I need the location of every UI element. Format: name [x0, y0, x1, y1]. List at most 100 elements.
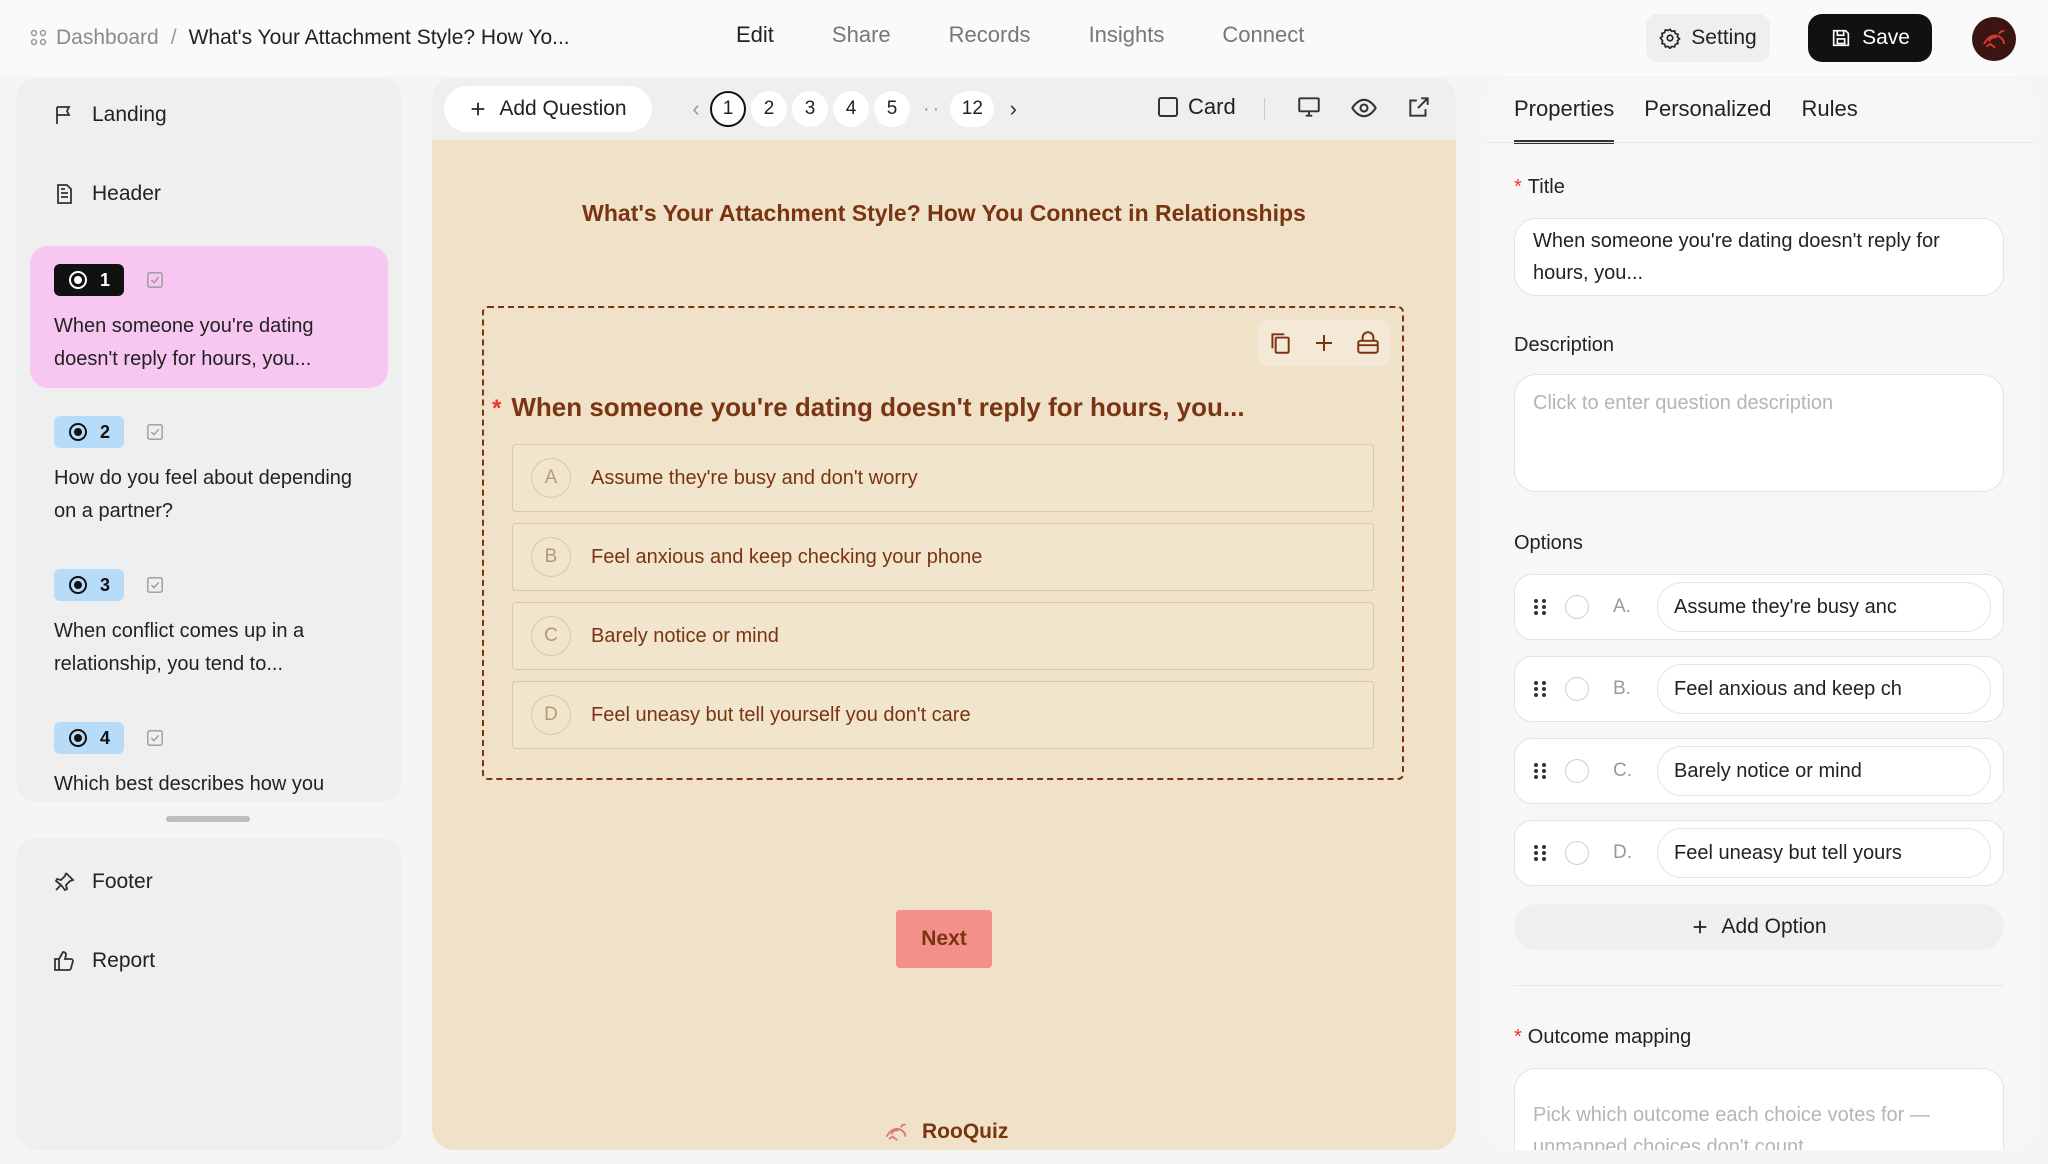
avatar[interactable] — [1972, 17, 2016, 61]
brand-footer: RooQuiz — [882, 1118, 1008, 1146]
quiz-title: What's Your Attachment Style? How You Co… — [582, 200, 1306, 226]
tab-records[interactable]: Records — [949, 22, 1031, 48]
card-checkbox[interactable] — [1158, 97, 1178, 117]
option-input[interactable]: Feel anxious and keep ch — [1657, 664, 1991, 714]
option-radio[interactable] — [1565, 759, 1589, 783]
prev-page-icon[interactable]: ‹ — [682, 96, 710, 122]
checkbox-icon[interactable] — [146, 423, 164, 441]
sidebar-resize-handle[interactable] — [166, 816, 250, 822]
drag-handle-icon[interactable] — [1533, 597, 1547, 617]
page-button[interactable]: 5 — [874, 91, 910, 127]
breadcrumb: Dashboard / What's Your Attachment Style… — [30, 24, 570, 52]
toolbar-divider — [1264, 98, 1265, 120]
question-preview-text: When conflict comes up in a relationship… — [54, 620, 305, 675]
option-letter: C — [531, 616, 571, 656]
copy-icon[interactable] — [1267, 330, 1293, 356]
sidebar-item-header[interactable]: Header — [52, 182, 161, 206]
question-title[interactable]: * When someone you're dating doesn't repl… — [492, 392, 1245, 423]
plus-icon[interactable] — [1312, 331, 1336, 355]
option-row[interactable]: C. Barely notice or mind — [1514, 738, 2004, 804]
option-row[interactable]: D. Feel uneasy but tell yours — [1514, 820, 2004, 886]
drag-handle-icon[interactable] — [1533, 761, 1547, 781]
option-input[interactable]: Assume they're busy anc — [1657, 582, 1991, 632]
option-radio[interactable] — [1565, 677, 1589, 701]
option-radio[interactable] — [1565, 595, 1589, 619]
sidebar-item-footer[interactable]: Footer — [52, 870, 153, 894]
option-letter: B — [531, 537, 571, 577]
eye-icon[interactable] — [1350, 94, 1378, 122]
page-button[interactable]: 3 — [792, 91, 828, 127]
breadcrumb-dashboard-link[interactable]: Dashboard — [56, 26, 159, 50]
drag-handle-icon[interactable] — [1533, 679, 1547, 699]
option-label: C. — [1613, 760, 1632, 781]
properties-panel: Properties Personalized Rules * Title Whe… — [1486, 78, 2034, 1150]
tab-properties[interactable]: Properties — [1514, 96, 1615, 144]
question-card[interactable]: * When someone you're dating doesn't repl… — [482, 306, 1404, 780]
checkbox-icon[interactable] — [146, 729, 164, 747]
question-preview-text: Which best describes how you — [54, 773, 325, 795]
required-marker: * — [1514, 176, 1522, 198]
radio-type-icon — [69, 423, 87, 441]
checkbox-icon[interactable] — [146, 576, 164, 594]
page-button[interactable]: 4 — [833, 91, 869, 127]
tab-insights[interactable]: Insights — [1089, 22, 1165, 48]
sidebar-pages-panel: Landing Header 1 When someone you're dat… — [16, 78, 402, 802]
option-row[interactable]: B. Feel anxious and keep ch — [1514, 656, 2004, 722]
pin-icon — [54, 872, 75, 892]
sidebar-end-panel: Footer Report — [16, 838, 402, 1150]
question-number-badge: 2 — [54, 416, 125, 448]
setting-label: Setting — [1691, 26, 1757, 49]
lock-icon[interactable] — [1355, 330, 1381, 356]
save-label: Save — [1862, 26, 1910, 49]
option-input[interactable]: Feel uneasy but tell yours — [1657, 828, 1991, 878]
outcome-mapping-label: * Outcome mapping — [1514, 1026, 1692, 1048]
page-button[interactable]: 12 — [950, 91, 995, 127]
required-marker: * — [1514, 1026, 1522, 1048]
breadcrumb-separator: / — [170, 26, 177, 49]
description-field[interactable]: Click to enter question description — [1514, 374, 2004, 492]
tab-personalized[interactable]: Personalized — [1644, 96, 1771, 144]
add-question-button[interactable]: Add Question — [444, 86, 652, 132]
quiz-canvas: Add Question ‹ 1 2 3 4 5 ·· 12 › Card Wh… — [432, 78, 1456, 1150]
external-link-icon[interactable] — [1406, 94, 1432, 120]
sidebar-question-item[interactable]: 3 When conflict comes up in a relationsh… — [30, 551, 388, 691]
page-button[interactable]: 2 — [751, 91, 787, 127]
next-page-icon[interactable]: › — [999, 96, 1027, 122]
thumbs-up-icon — [54, 951, 74, 971]
title-field[interactable]: When someone you're dating doesn't reply… — [1514, 218, 2004, 296]
answer-option[interactable]: B Feel anxious and keep checking your ph… — [512, 523, 1374, 591]
next-button[interactable]: Next — [896, 910, 992, 968]
page-button[interactable]: 1 — [710, 91, 746, 127]
checkbox-icon[interactable] — [146, 271, 164, 289]
question-card-actions — [1258, 320, 1390, 366]
sidebar-item-landing[interactable]: Landing — [52, 103, 167, 127]
radio-type-icon — [69, 729, 87, 747]
option-radio[interactable] — [1565, 841, 1589, 865]
sidebar-question-item[interactable]: 2 How do you feel about depending on a p… — [30, 398, 388, 538]
gear-icon — [1659, 28, 1682, 49]
add-option-button[interactable]: Add Option — [1514, 904, 2004, 950]
tab-rules[interactable]: Rules — [1801, 96, 1857, 144]
sidebar-question-item[interactable]: 4 Which best describes how you — [30, 704, 388, 802]
sidebar-question-item[interactable]: 1 When someone you're dating doesn't rep… — [30, 246, 388, 388]
save-icon — [1832, 29, 1850, 47]
option-text: Assume they're busy and don't worry — [591, 466, 918, 489]
sidebar-item-report[interactable]: Report — [52, 949, 155, 973]
drag-handle-icon[interactable] — [1533, 843, 1547, 863]
answer-option[interactable]: C Barely notice or mind — [512, 602, 1374, 670]
sidebar-item-label: Footer — [92, 870, 153, 893]
desktop-icon[interactable] — [1296, 94, 1322, 120]
tab-edit[interactable]: Edit — [736, 22, 774, 48]
setting-button[interactable]: Setting — [1646, 14, 1770, 62]
tab-share[interactable]: Share — [832, 22, 891, 48]
card-mode-toggle[interactable]: Card — [1158, 94, 1236, 120]
option-row[interactable]: A. Assume they're busy anc — [1514, 574, 2004, 640]
option-input[interactable]: Barely notice or mind — [1657, 746, 1991, 796]
option-text: Feel uneasy but tell yourself you don't … — [591, 703, 971, 726]
answer-option[interactable]: A Assume they're busy and don't worry — [512, 444, 1374, 512]
save-button[interactable]: Save — [1808, 14, 1932, 62]
answer-option[interactable]: D Feel uneasy but tell yourself you don'… — [512, 681, 1374, 749]
question-number-badge: 4 — [54, 722, 125, 754]
outcome-mapping-hint[interactable]: Pick which outcome each choice votes for… — [1514, 1068, 2004, 1150]
tab-connect[interactable]: Connect — [1222, 22, 1304, 48]
